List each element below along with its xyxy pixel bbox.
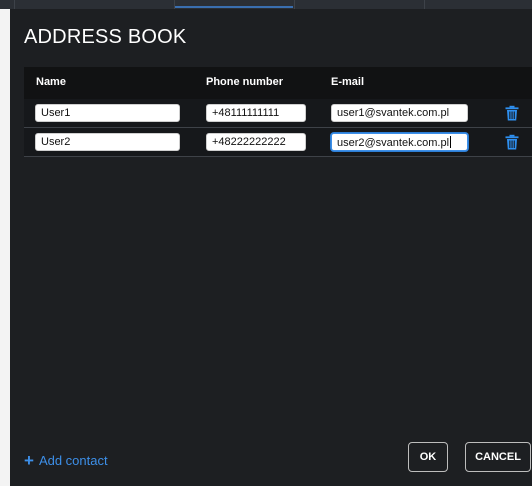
column-header-phone: Phone number xyxy=(206,76,284,88)
column-header-name: Name xyxy=(36,76,66,88)
tab-segment xyxy=(0,0,15,9)
plus-icon: + xyxy=(24,451,34,470)
contact-email-input[interactable]: user1@svantek.com.pl xyxy=(331,104,468,122)
contacts-table: Name Phone number E-mail User1 +48111111… xyxy=(24,67,532,157)
trash-icon[interactable] xyxy=(504,134,520,150)
address-book-dialog: ADDRESS BOOK Name Phone number E-mail Us… xyxy=(10,9,532,486)
add-contact-label: Add contact xyxy=(38,453,108,468)
contact-name-input[interactable]: User2 xyxy=(35,133,180,151)
contact-phone-input[interactable]: +48111111111 xyxy=(206,104,306,122)
table-header: Name Phone number E-mail xyxy=(24,67,532,99)
contact-email-input[interactable]: user2@svantek.com.pl xyxy=(331,133,468,151)
trash-icon[interactable] xyxy=(504,105,520,121)
column-header-email: E-mail xyxy=(331,76,365,88)
contact-name-input[interactable]: User1 xyxy=(35,104,180,122)
tab-segment xyxy=(14,0,175,9)
background-window-tabs xyxy=(0,0,532,9)
text-caret xyxy=(450,136,452,148)
add-contact-button[interactable]: + Add contact xyxy=(24,451,108,471)
table-row: User2 +48222222222 user2@svantek.com.pl xyxy=(24,128,532,157)
contact-email-value: user2@svantek.com.pl xyxy=(337,137,450,149)
dialog-title: ADDRESS BOOK xyxy=(24,26,187,48)
ok-button[interactable]: OK xyxy=(408,442,448,472)
table-row: User1 +48111111111 user1@svantek.com.pl xyxy=(24,99,532,128)
contact-phone-input[interactable]: +48222222222 xyxy=(206,133,306,151)
cancel-button[interactable]: CANCEL xyxy=(465,442,531,472)
tab-highlight xyxy=(175,6,293,8)
tab-segment xyxy=(294,0,425,9)
